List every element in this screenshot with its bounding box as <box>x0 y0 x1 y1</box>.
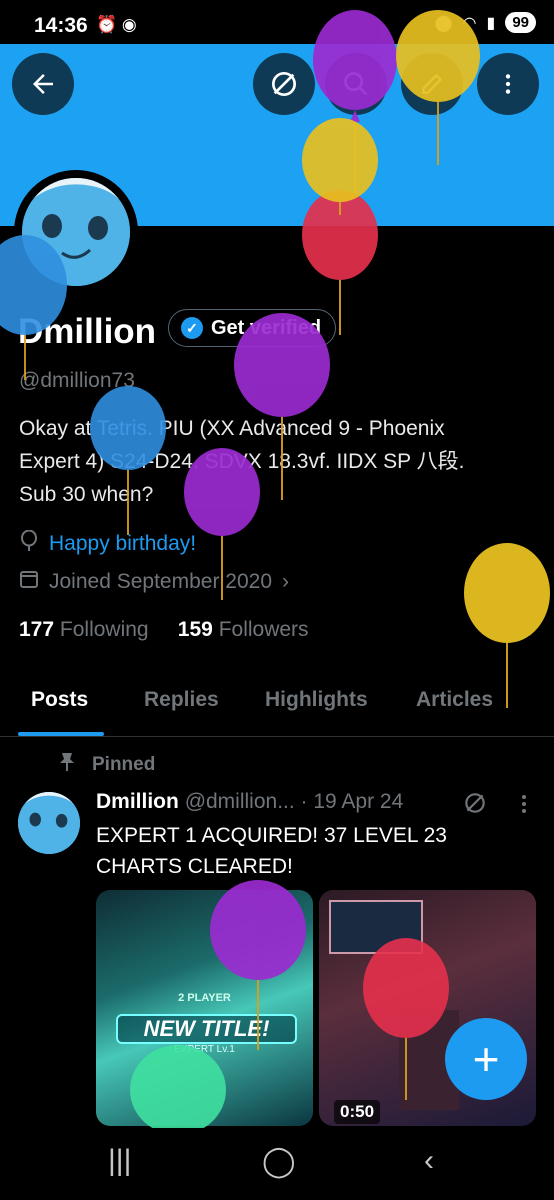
home-icon[interactable]: ◯ <box>262 1144 296 1179</box>
recent-apps-icon[interactable]: ||| <box>108 1144 131 1178</box>
balloon-blue-mid <box>90 386 166 535</box>
balloon-blue-left <box>0 235 67 380</box>
balloon-yellow-right <box>464 543 550 708</box>
system-nav-bar: ||| ◯ ‹ <box>0 1128 554 1200</box>
balloon-yellow-top <box>396 10 480 165</box>
balloon-yellow <box>302 118 378 215</box>
back-nav-icon[interactable]: ‹ <box>424 1144 434 1178</box>
balloon-red-media <box>363 938 449 1100</box>
balloon-green <box>130 1045 226 1128</box>
balloon-purple-media <box>210 880 306 1050</box>
balloon-purple-small <box>184 448 260 600</box>
birthday-balloons <box>0 10 550 1128</box>
